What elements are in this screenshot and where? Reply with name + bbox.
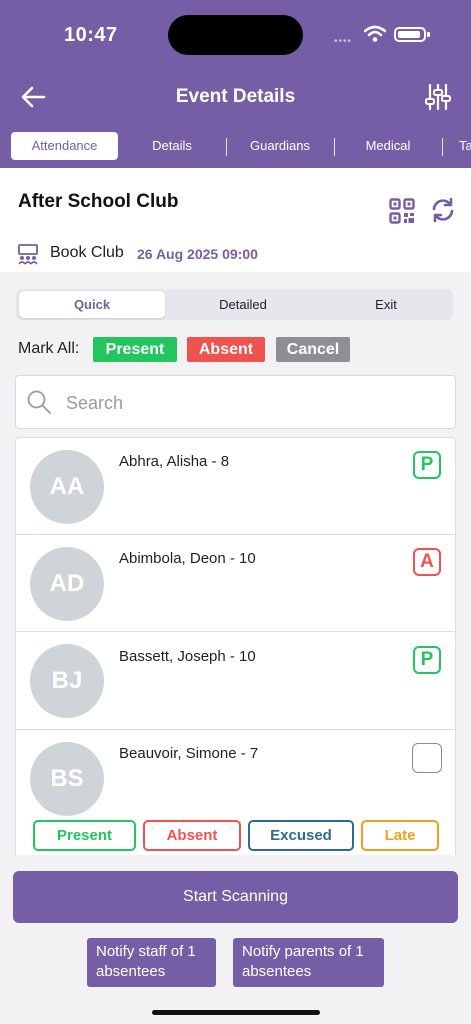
mark-all-absent-button[interactable]: Absent: [187, 337, 265, 362]
option-present-button[interactable]: Present: [33, 820, 136, 851]
option-excused-button[interactable]: Excused: [248, 820, 354, 851]
battery-icon: [394, 27, 430, 42]
search-icon: [27, 390, 51, 414]
mark-all-label: Mark All:: [18, 340, 80, 357]
qr-code-icon[interactable]: [389, 198, 415, 224]
signal-icon: ••••: [334, 36, 353, 47]
tab-divider: [226, 138, 227, 156]
student-name: Beauvoir, Simone - 7: [119, 745, 259, 762]
status-badge-present[interactable]: P: [413, 646, 441, 674]
tab-bar: Attendance Details Guardians Medical Ta: [0, 130, 471, 162]
notify-parents-button[interactable]: Notify parents of 1 absentees: [233, 938, 384, 987]
student-name: Abhra, Alisha - 8: [119, 453, 230, 470]
wifi-icon: [364, 25, 386, 42]
avatar: AA: [30, 450, 104, 524]
event-name: After School Club: [18, 191, 179, 212]
mark-all-cancel-button[interactable]: Cancel: [276, 337, 350, 362]
status-badge-present[interactable]: P: [413, 451, 441, 479]
student-name: Abimbola, Deon - 10: [119, 550, 256, 567]
segment-quick[interactable]: Quick: [19, 291, 165, 318]
tab-divider: [334, 138, 335, 156]
event-datetime: 26 Aug 2025 09:00: [137, 246, 258, 262]
student-row[interactable]: AD Abimbola, Deon - 10 A: [16, 535, 455, 632]
student-row[interactable]: BJ Bassett, Joseph - 10 P: [16, 632, 455, 730]
avatar: BJ: [30, 644, 104, 718]
notify-staff-button[interactable]: Notify staff of 1 absentees: [87, 938, 216, 987]
option-absent-button[interactable]: Absent: [143, 820, 241, 851]
option-late-button[interactable]: Late: [361, 820, 439, 851]
attendance-mode-segment: Quick Detailed Exit: [16, 289, 453, 320]
avatar: AD: [30, 547, 104, 621]
event-type: Book Club: [50, 244, 124, 261]
avatar: BS: [30, 742, 104, 816]
tab-guardians[interactable]: Guardians: [230, 132, 330, 160]
mark-all-present-button[interactable]: Present: [93, 337, 177, 362]
status-time: 10:47: [64, 24, 118, 46]
segment-exit[interactable]: Exit: [314, 291, 458, 318]
app-header: 10:47 •••• Event Details Attendance Deta…: [0, 0, 471, 168]
search-input[interactable]: [66, 389, 436, 417]
page-title: Event Details: [175, 86, 296, 107]
refresh-icon[interactable]: [430, 197, 456, 223]
tab-more[interactable]: Ta: [450, 132, 471, 160]
home-indicator: [152, 1010, 320, 1015]
classroom-icon: [18, 244, 38, 265]
tab-details[interactable]: Details: [122, 132, 222, 160]
start-scanning-button[interactable]: Start Scanning: [13, 871, 458, 923]
student-list: AA Abhra, Alisha - 8 P AD Abimbola, Deon…: [15, 437, 456, 855]
tab-attendance[interactable]: Attendance: [11, 132, 118, 160]
tab-divider: [442, 138, 443, 156]
segment-detailed[interactable]: Detailed: [170, 291, 316, 318]
student-row[interactable]: AA Abhra, Alisha - 8 P: [16, 438, 455, 535]
tab-medical[interactable]: Medical: [338, 132, 438, 160]
student-name: Bassett, Joseph - 10: [119, 648, 256, 665]
filter-sliders-icon[interactable]: [424, 82, 452, 112]
dynamic-island: [168, 15, 303, 55]
attendance-checkbox[interactable]: [412, 743, 442, 773]
status-badge-absent[interactable]: A: [413, 548, 441, 576]
search-box: [15, 375, 456, 429]
